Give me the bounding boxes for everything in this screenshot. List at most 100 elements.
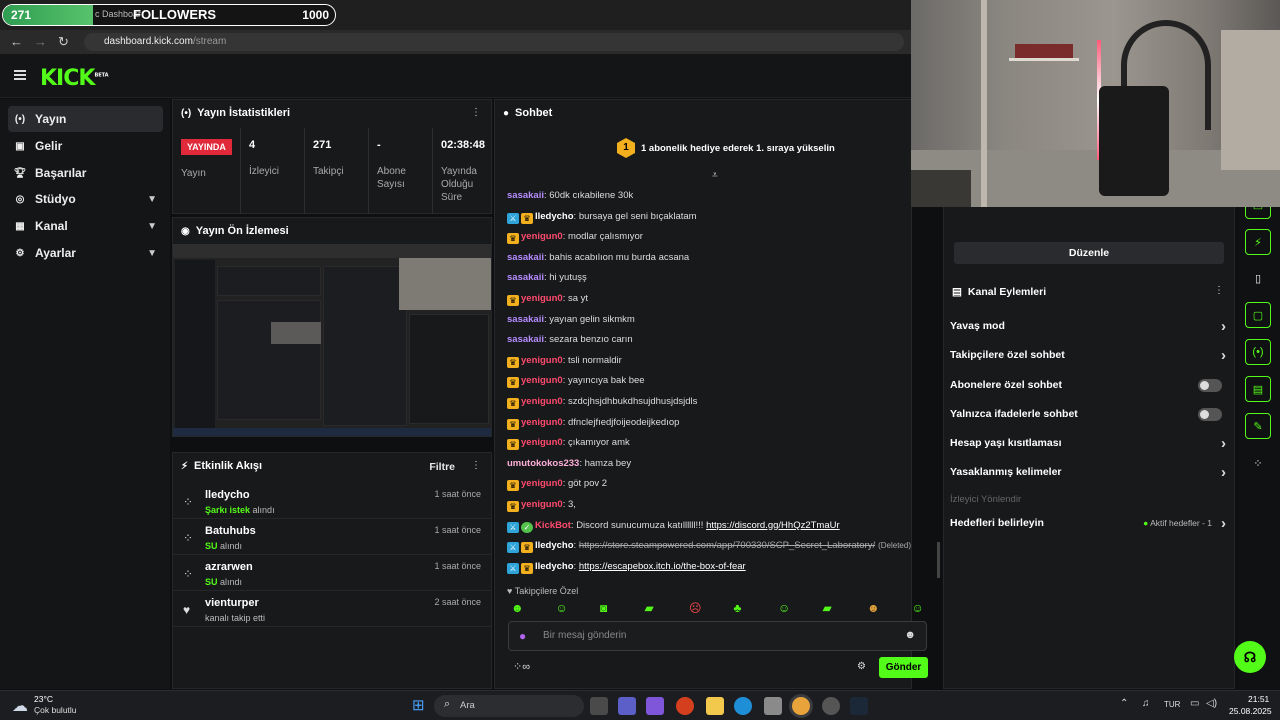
more-options-icon[interactable]: ⋮ — [471, 460, 481, 471]
broadcast-icon[interactable]: (•) — [1245, 339, 1271, 365]
more-options-icon[interactable]: ⋮ — [471, 107, 481, 118]
send-button[interactable]: Gönder — [879, 657, 928, 678]
channel-action-item[interactable]: Abonelere özel sohbet — [950, 374, 1230, 396]
channel-action-item[interactable]: Hesap yaşı kısıtlaması › — [950, 432, 1230, 454]
channel-action-item[interactable]: Yalnızca ifadelerle sohbet — [950, 403, 1230, 425]
chat-link[interactable]: https://store.steampowered.com/app/70033… — [579, 540, 875, 551]
activity-item[interactable]: ⁘ Batuhubs SU alındı 1 saat önce — [173, 519, 491, 555]
chat-message[interactable]: ♛ yenigun0: çıkamıyor amk — [507, 437, 630, 451]
chat-username[interactable]: yenigun0 — [521, 293, 563, 304]
sub-gift-promo[interactable]: 1 1 abonelik hediye ederek 1. sıraya yük… — [617, 138, 835, 158]
chat-message[interactable]: ♛ yenigun0: sa yt — [507, 293, 588, 306]
edge-icon[interactable] — [734, 697, 752, 715]
more-options-icon[interactable]: ⋮ — [1214, 285, 1224, 296]
lightning-icon[interactable]: ⚡︎ — [1245, 229, 1271, 255]
sidebar-item-gelir[interactable]: ▣ Gelir — [8, 133, 163, 159]
chat-message[interactable]: ⚔ ♛ lledycho: https://escapebox.itch.io/th… — [507, 561, 746, 574]
chat-username[interactable]: yenigun0 — [521, 499, 563, 510]
url-field[interactable]: dashboard.kick.com/stream — [84, 33, 904, 51]
emote-button[interactable]: ☺ — [778, 601, 790, 615]
chat-message[interactable]: sasakaii: sezara benzıo carın — [507, 334, 633, 345]
document-icon[interactable]: ▯ — [1245, 265, 1271, 291]
volume-icon[interactable]: ◁) — [1206, 698, 1217, 709]
chat-message[interactable]: sasakaii: yayıan gelin sikmkm — [507, 314, 635, 325]
layout-icon[interactable]: ▤ — [1245, 376, 1271, 402]
community-icon[interactable]: ⁘ — [1245, 450, 1271, 476]
chat-icon[interactable]: ▢ — [1245, 302, 1271, 328]
chat-message[interactable]: ♛ yenigun0: dfnclejfıedjfoijeodeijkedıop — [507, 417, 679, 430]
toggle-switch[interactable] — [1198, 407, 1222, 421]
chat-username[interactable]: sasakaii — [507, 314, 544, 325]
chat-username[interactable]: yenigun0 — [521, 396, 563, 407]
sidebar-item-studyo[interactable]: ◎ Stüdyo ▼ — [8, 186, 163, 212]
microphone-icon[interactable]: ● — [519, 629, 526, 643]
emote-button[interactable]: ☺ — [912, 601, 924, 615]
activity-item[interactable]: ♥ vienturper kanalı takip etti 2 saat önce — [173, 591, 491, 627]
emote-button[interactable]: ☻ — [511, 601, 524, 615]
menu-icon[interactable] — [14, 70, 26, 80]
chrome-icon[interactable] — [792, 697, 810, 715]
emoji-icon[interactable]: ☻ — [904, 629, 916, 641]
activity-item[interactable]: ⁘ azrarwen SU alındı 1 saat önce — [173, 555, 491, 591]
chat-username[interactable]: sasakaii — [507, 272, 544, 283]
chat-message[interactable]: ⚔ ♛ lledycho: bursaya gel seni bıçaklatam — [507, 211, 697, 224]
emote-button[interactable]: ♣ — [734, 601, 742, 615]
file-explorer-icon[interactable] — [706, 697, 724, 715]
chat-message[interactable]: ⚔ ✓ KickBot: Discord sunucumuza katıllllll… — [507, 520, 840, 533]
toggle-switch[interactable] — [1198, 378, 1222, 392]
chat-username[interactable]: yenigun0 — [521, 355, 563, 366]
emote-button[interactable]: ☻ — [867, 601, 880, 615]
language-indicator[interactable]: TUR — [1164, 700, 1180, 709]
channel-action-item[interactable]: Yasaklanmış kelimeler › — [950, 461, 1230, 483]
sidebar-item-yayin[interactable]: (•) Yayın — [8, 106, 163, 132]
emote-button[interactable]: ▰ — [645, 601, 654, 615]
activity-item[interactable]: ⁘ lledycho Şarkı istek alındı 1 saat önce — [173, 483, 491, 519]
chat-username[interactable]: sasakaii — [507, 190, 544, 201]
wrench-icon[interactable]: ✎ — [1245, 413, 1271, 439]
forward-icon[interactable]: → — [34, 34, 47, 49]
taskbar-search[interactable]: ⌕ Ara — [434, 695, 584, 717]
sidebar-item-basarilar[interactable]: 🏆︎ Başarılar — [8, 160, 163, 186]
kick-logo[interactable]: KICKBETA — [40, 66, 109, 91]
teams-icon[interactable] — [618, 697, 636, 715]
windows-start-icon[interactable]: ⊞ — [412, 696, 425, 714]
chat-username[interactable]: lledycho — [535, 211, 574, 222]
chat-link[interactable]: https://escapebox.itch.io/the-box-of-fea… — [579, 561, 746, 572]
app-icon-obs[interactable] — [822, 697, 840, 715]
emote-button[interactable]: ▰ — [823, 601, 832, 615]
gear-icon[interactable]: ⚙ — [857, 661, 866, 672]
chat-message[interactable]: sasakaii: bahis acabılıon mu burda acsan… — [507, 252, 689, 263]
chat-username[interactable]: yenigun0 — [521, 231, 563, 242]
sidebar-item-ayarlar[interactable]: ⚙ Ayarlar ▼ — [8, 240, 163, 266]
chat-input[interactable]: ● Bir mesaj gönderin ☻ — [508, 621, 927, 651]
emote-button[interactable]: ◙ — [600, 601, 607, 615]
reload-icon[interactable]: ↻ — [58, 34, 69, 50]
microphone-icon[interactable]: ♫ — [1142, 698, 1150, 709]
task-view-icon[interactable] — [590, 697, 608, 715]
tray-up-icon[interactable]: ⌃ — [1120, 698, 1128, 709]
steam-icon[interactable] — [850, 697, 868, 715]
chat-username[interactable]: yenigun0 — [521, 417, 563, 428]
chat-message[interactable]: ♛ yenigun0: szdcjhsjdhbukdhsujdhusjdsjdls — [507, 396, 697, 409]
chat-message[interactable]: ♛ yenigun0: yayıncıya bak bee — [507, 375, 645, 389]
app-icon-red[interactable] — [676, 697, 694, 715]
chat-username[interactable]: lledycho — [535, 561, 574, 572]
chat-username[interactable]: KickBot — [535, 520, 571, 531]
chat-message[interactable]: ♛ yenigun0: modlar çalısmıyor — [507, 231, 643, 245]
store-icon[interactable] — [764, 697, 782, 715]
edit-button[interactable]: Düzenle — [954, 242, 1224, 264]
chat-username[interactable]: umutokokos233 — [507, 458, 579, 469]
channel-action-item[interactable]: Yavaş mod › — [950, 315, 1230, 337]
emote-button[interactable]: ☺ — [556, 601, 568, 615]
filter-button[interactable]: Filtre — [429, 461, 455, 473]
chat-message[interactable]: sasakaii: hi yutuşş — [507, 272, 587, 283]
channel-action-item[interactable]: Hedefleri belirleyin › ● Aktif hedefler - … — [950, 512, 1230, 534]
chat-username[interactable]: yenigun0 — [521, 437, 563, 448]
network-icon[interactable]: ▭ — [1190, 698, 1199, 709]
chat-message[interactable]: ♛ yenigun0: 3, — [507, 499, 576, 512]
chat-message[interactable]: umutokokos233: hamza bey — [507, 458, 631, 469]
copilot-icon[interactable] — [646, 697, 664, 715]
chat-username[interactable]: yenigun0 — [521, 478, 563, 489]
chat-username[interactable]: sasakaii — [507, 334, 544, 345]
chat-username[interactable]: sasakaii — [507, 252, 544, 263]
